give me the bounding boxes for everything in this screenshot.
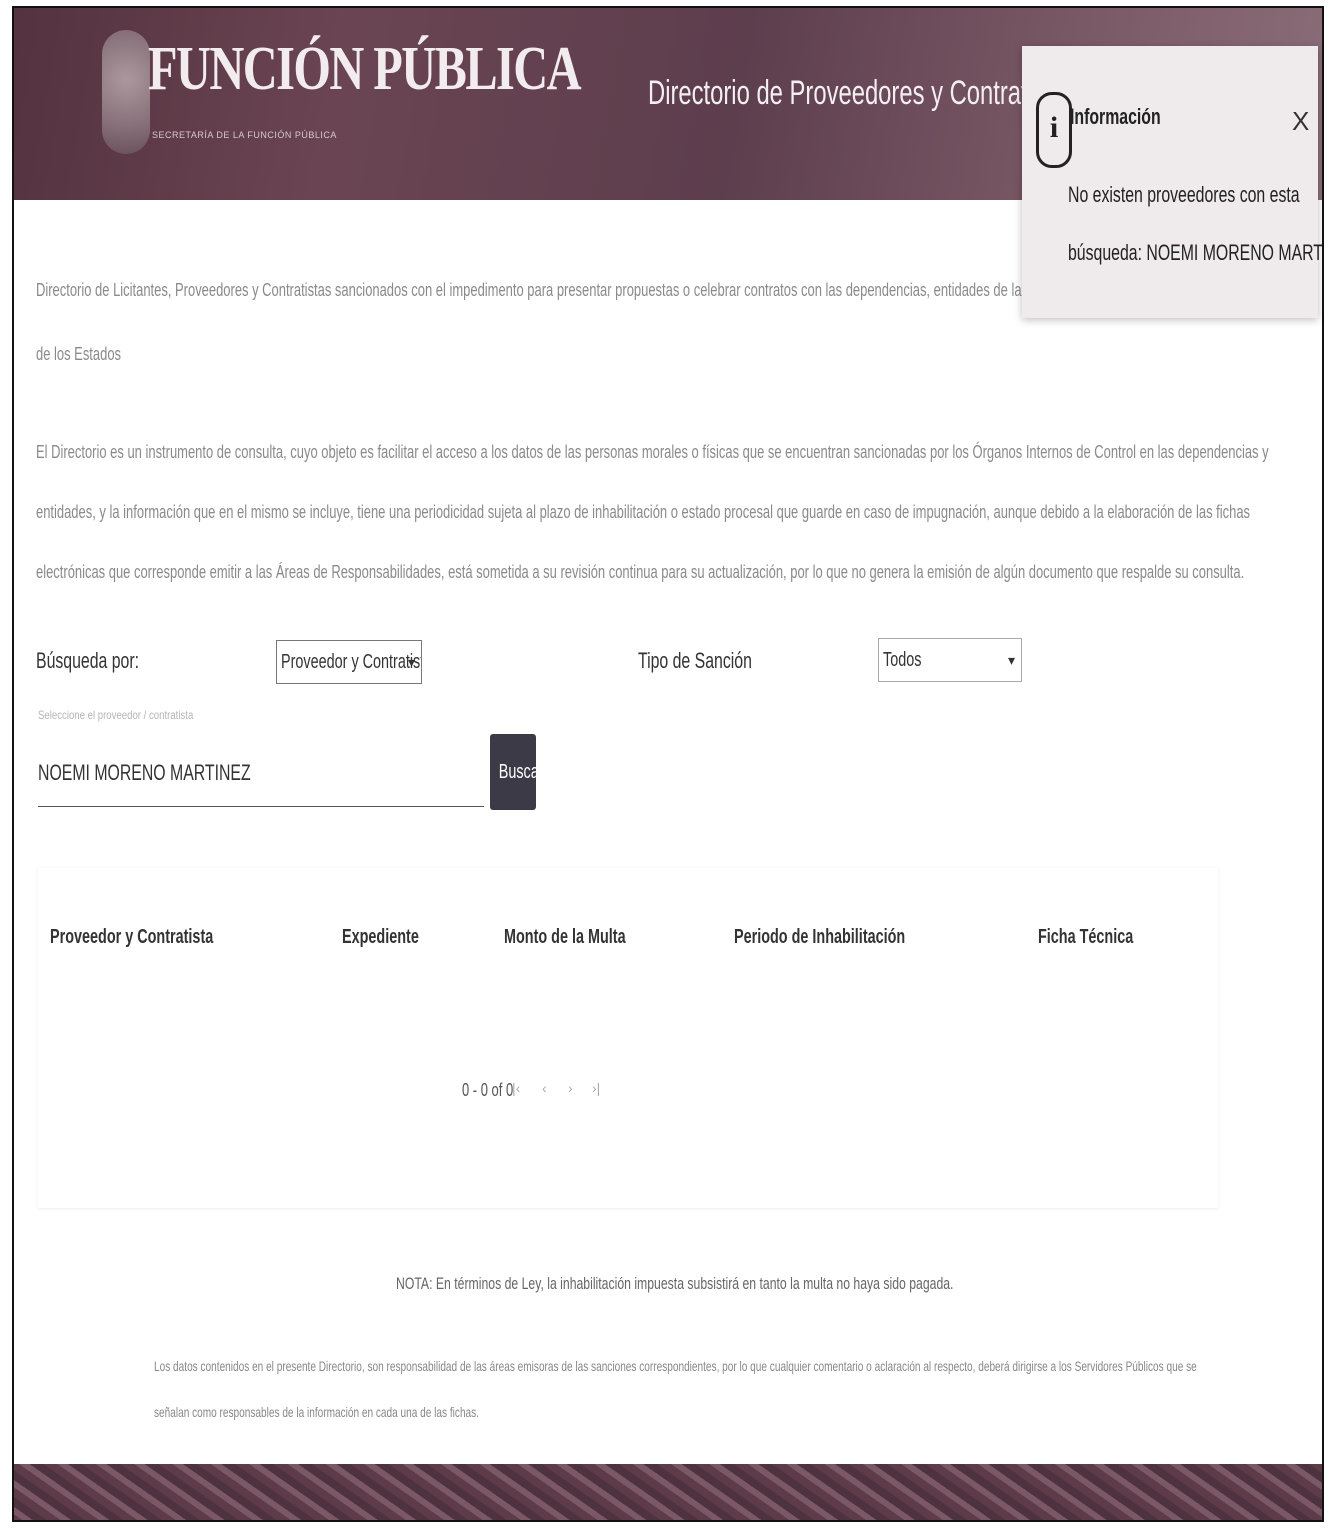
- intro-line-2: de los Estados: [36, 344, 122, 364]
- search-by-select[interactable]: Proveedor y Contratista ▾: [276, 640, 422, 684]
- previous-page-icon[interactable]: ‹: [542, 1080, 547, 1096]
- close-icon[interactable]: X: [1292, 106, 1309, 137]
- sanction-type-label: Tipo de Sanción: [638, 648, 752, 673]
- brand-title: FUNCIÓN PÚBLICA: [148, 35, 582, 103]
- search-hint: Seleccione el proveedor / contratista: [38, 708, 194, 722]
- description-line-2: entidades, y la información que en el mi…: [36, 502, 1251, 522]
- toast-message-line-2: búsqueda: NOEMI MORENO MARTINEZ: [1068, 240, 1323, 265]
- disclaimer-line-1: Los datos contenidos en el presente Dire…: [154, 1358, 1197, 1374]
- column-header-fine[interactable]: Monto de la Multa: [504, 926, 626, 949]
- next-page-icon[interactable]: ›: [568, 1080, 573, 1096]
- search-by-value: Proveedor y Contratista: [281, 651, 422, 673]
- sanction-type-value: Todos: [883, 649, 922, 671]
- intro-line-1: Directorio de Licitantes, Proveedores y …: [36, 280, 1110, 300]
- page-frame: FUNCIÓN PÚBLICA SECRETARÍA DE LA FUNCIÓN…: [12, 6, 1324, 1522]
- legal-note: NOTA: En términos de Ley, la inhabilitac…: [396, 1274, 954, 1293]
- info-icon: i: [1036, 92, 1072, 168]
- search-button[interactable]: Buscar: [490, 734, 544, 810]
- search-input[interactable]: [38, 746, 484, 807]
- description-line-3: electrónicas que corresponde emitir a la…: [36, 562, 1245, 582]
- toast-message-line-1: No existen proveedores con esta: [1068, 182, 1300, 207]
- government-seal-icon: [102, 30, 150, 154]
- column-header-provider[interactable]: Proveedor y Contratista: [50, 926, 213, 949]
- sanction-type-select[interactable]: Todos ▾: [878, 638, 1022, 682]
- results-table: Proveedor y Contratista Expediente Monto…: [38, 868, 1218, 1208]
- first-page-icon[interactable]: |‹: [512, 1080, 520, 1096]
- site-footer: [14, 1464, 1322, 1520]
- info-toast: i Información X No existen proveedores c…: [1022, 46, 1322, 318]
- chevron-down-icon: ▾: [407, 654, 415, 670]
- column-header-file[interactable]: Expediente: [342, 926, 419, 949]
- last-page-icon[interactable]: ›|: [592, 1080, 600, 1096]
- column-header-period[interactable]: Periodo de Inhabilitación: [734, 926, 905, 949]
- brand-subtitle: SECRETARÍA DE LA FUNCIÓN PÚBLICA: [152, 130, 337, 140]
- description-line-1: El Directorio es un instrumento de consu…: [36, 442, 1269, 462]
- column-header-tech-sheet[interactable]: Ficha Técnica: [1038, 926, 1133, 949]
- chevron-down-icon: ▾: [1007, 652, 1015, 668]
- toast-title: Información: [1070, 104, 1161, 129]
- pagination-range: 0 - 0 of 0: [462, 1080, 514, 1100]
- search-by-label: Búsqueda por:: [36, 648, 140, 673]
- disclaimer-line-2: señalan como responsables de la informac…: [154, 1404, 480, 1420]
- search-button-label: Buscar: [498, 761, 544, 783]
